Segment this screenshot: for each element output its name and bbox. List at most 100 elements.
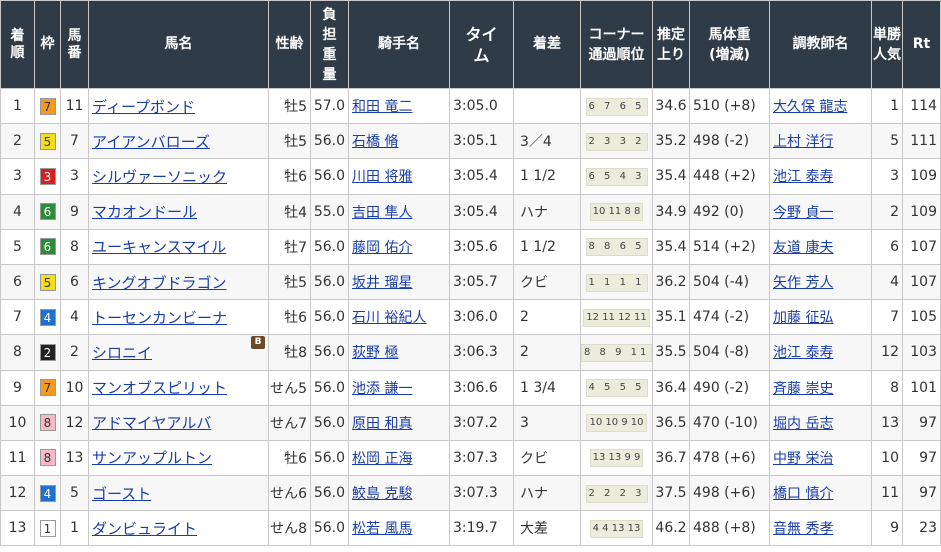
jockey-cell: 荻野 極 <box>348 334 450 371</box>
weight-cell: 56.0 <box>310 123 349 160</box>
header-rt[interactable]: Rt <box>902 0 941 89</box>
waku-badge: 3 <box>39 167 56 185</box>
jockey-link[interactable]: 池添 謙一 <box>352 381 412 397</box>
bodyweight-cell: 514 (+2) <box>689 228 770 265</box>
header-umaban[interactable]: 馬番 <box>60 0 89 89</box>
horse-link[interactable]: サンアップルトン <box>92 449 212 467</box>
corner-positions: 10 11 8 8 <box>589 203 644 222</box>
trainer-link[interactable]: 音無 秀孝 <box>773 521 833 537</box>
horse-link[interactable]: シロニイ <box>92 344 152 362</box>
jockey-link[interactable]: 荻野 極 <box>352 345 398 361</box>
result-rows: 1 7 11 ディープボンド 牡5 57.0 和田 竜二 3:05.0 6 7 6 5 34.6 5… <box>0 87 941 547</box>
horse-link[interactable]: マンオブスピリット <box>92 379 227 397</box>
header-popularity[interactable]: 単勝人気 <box>871 0 903 89</box>
trainer-link[interactable]: 池江 泰寿 <box>773 169 833 185</box>
header-horse[interactable]: 馬名 <box>88 0 269 89</box>
jockey-link[interactable]: 吉田 隼人 <box>352 205 412 221</box>
chaku-cell: 5 <box>0 228 35 265</box>
margin-cell: 1 1/2 <box>513 158 581 195</box>
waku-badge: 8 <box>39 449 56 467</box>
header-corner[interactable]: コーナー通過順位 <box>580 0 653 89</box>
jockey-link[interactable]: 鮫島 克駿 <box>352 486 412 502</box>
trainer-link[interactable]: 上村 洋行 <box>773 134 833 150</box>
jockey-link[interactable]: 坂井 瑠星 <box>352 275 412 291</box>
trainer-link[interactable]: 堀内 岳志 <box>773 416 833 432</box>
popularity-cell: 5 <box>871 123 903 160</box>
horse-link[interactable]: ゴースト <box>92 485 151 503</box>
trainer-link[interactable]: 中野 栄治 <box>773 451 833 467</box>
horse-link[interactable]: アイアンバローズ <box>92 133 210 151</box>
jockey-link[interactable]: 和田 竜二 <box>352 99 412 115</box>
table-row: 7 4 4 トーセンカンビーナ 牡6 56.0 石川 裕紀人 3:06.0 2 12 11 12 … <box>0 299 941 336</box>
jockey-link[interactable]: 石川 裕紀人 <box>352 310 426 326</box>
jockey-link[interactable]: 松若 風馬 <box>352 521 412 537</box>
header-time[interactable]: タイム <box>449 0 514 89</box>
corner-cell: 6 5 4 3 <box>580 158 653 195</box>
horse-link[interactable]: ディープボンド <box>92 98 195 116</box>
trainer-link[interactable]: 今野 貞一 <box>773 205 833 221</box>
header-sexage[interactable]: 性齢 <box>268 0 311 89</box>
trainer-link[interactable]: 橋口 慎介 <box>773 486 833 502</box>
trainer-link[interactable]: 大久保 龍志 <box>773 99 847 115</box>
jockey-link[interactable]: 松岡 正海 <box>352 451 412 467</box>
popularity-cell: 6 <box>871 228 903 265</box>
weight-cell: 56.0 <box>310 404 349 441</box>
horse-link[interactable]: マカオンドール <box>92 203 197 221</box>
waku-badge: 1 <box>39 519 56 537</box>
trainer-link[interactable]: 友道 康夫 <box>773 240 833 256</box>
last3f-cell: 35.5 <box>652 334 690 371</box>
jockey-cell: 松若 風馬 <box>348 510 450 547</box>
waku-cell: 5 <box>34 263 61 301</box>
trainer-link[interactable]: 斉藤 崇史 <box>773 381 833 397</box>
header-weight[interactable]: 負担重量 <box>310 0 349 89</box>
header-margin[interactable]: 着差 <box>513 0 581 89</box>
jockey-link[interactable]: 川田 将雅 <box>352 169 412 185</box>
margin-cell <box>513 87 581 125</box>
header-waku[interactable]: 枠 <box>34 0 61 89</box>
jockey-cell: 和田 竜二 <box>348 87 450 125</box>
table-row: 3 3 3 シルヴァーソニック 牡6 56.0 川田 将雅 3:05.4 1 1/2 6 5 4 … <box>0 158 941 195</box>
horse-name-cell: アイアンバローズ <box>88 123 269 160</box>
horse-link[interactable]: キングオブドラゴン <box>92 274 227 292</box>
margin-cell: ハナ <box>513 193 581 230</box>
trainer-cell: 中野 栄治 <box>769 439 872 477</box>
bodyweight-cell: 448 (+2) <box>689 158 770 195</box>
last3f-cell: 34.9 <box>652 193 690 230</box>
corner-cell: 1 1 1 1 <box>580 263 653 301</box>
jockey-link[interactable]: 原田 和真 <box>352 416 412 432</box>
horse-link[interactable]: アドマイヤアルバ <box>92 414 211 432</box>
jockey-cell: 石川 裕紀人 <box>348 299 450 336</box>
horse-link[interactable]: シルヴァーソニック <box>92 168 227 186</box>
umaban-cell: 2 <box>60 334 89 371</box>
trainer-link[interactable]: 加藤 征弘 <box>773 310 833 326</box>
horse-link[interactable]: ユーキャンスマイル <box>92 238 226 256</box>
corner-positions: 8 8 6 5 <box>585 238 648 257</box>
horse-link[interactable]: ダンビュライト <box>92 520 197 538</box>
umaban-cell: 5 <box>60 475 89 512</box>
trainer-link[interactable]: 池江 泰寿 <box>773 345 833 361</box>
popularity-cell: 3 <box>871 158 903 195</box>
header-jockey[interactable]: 騎手名 <box>348 0 450 89</box>
horse-name-cell: キングオブドラゴン <box>88 263 269 301</box>
time-cell: 3:06.3 <box>449 334 514 371</box>
jockey-link[interactable]: 藤岡 佑介 <box>352 240 412 256</box>
horse-name-cell: ゴースト <box>88 475 269 512</box>
margin-cell: 2 <box>513 299 581 336</box>
last3f-cell: 34.6 <box>652 87 690 125</box>
corner-cell: 6 7 6 5 <box>580 87 653 125</box>
horse-link[interactable]: トーセンカンビーナ <box>92 309 227 327</box>
weight-cell: 56.0 <box>310 263 349 301</box>
trainer-link[interactable]: 矢作 芳人 <box>773 275 833 291</box>
header-bodyweight[interactable]: 馬体重(増減) <box>689 0 770 89</box>
header-last3f[interactable]: 推定上り <box>652 0 690 89</box>
header-chaku[interactable]: 着順 <box>0 0 35 89</box>
last3f-cell: 35.4 <box>652 228 690 265</box>
margin-cell: クビ <box>513 439 581 477</box>
jockey-link[interactable]: 石橋 脩 <box>352 134 398 150</box>
last3f-cell: 35.2 <box>652 123 690 160</box>
chaku-cell: 6 <box>0 263 35 301</box>
jockey-cell: 原田 和真 <box>348 404 450 441</box>
horse-name-cell: マカオンドール <box>88 193 269 230</box>
race-result-table: 着順 枠 馬番 馬名 性齢 負担重量 騎手名 タイム 着差 コーナー通過順位 推… <box>0 0 941 547</box>
header-trainer[interactable]: 調教師名 <box>769 0 872 89</box>
